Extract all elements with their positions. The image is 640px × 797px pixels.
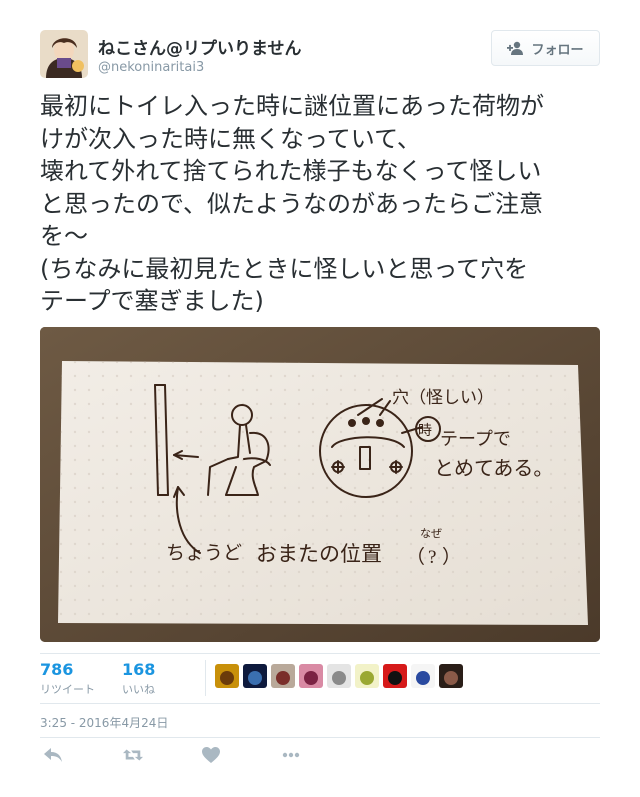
- paren-open: （: [406, 546, 425, 568]
- tweet-photo[interactable]: 穴（怪しい） 時 テープで とめてある。 ちょうど おまたの位置 （ ? ） な…: [40, 327, 600, 642]
- tape-line-2: とめてある。: [434, 458, 553, 480]
- retweet-label: リツイート: [40, 683, 95, 696]
- photo-illustration: 穴（怪しい） 時 テープで とめてある。 ちょうど おまたの位置 （ ? ） な…: [40, 327, 600, 642]
- follow-button[interactable]: フォロー: [491, 30, 600, 66]
- like-button[interactable]: [198, 744, 224, 766]
- bottom-right-note: おまたの位置: [256, 542, 382, 566]
- liker-avatar[interactable]: [215, 664, 239, 688]
- more-button[interactable]: [278, 744, 304, 766]
- user-handle[interactable]: @nekoninaritai3: [98, 60, 204, 75]
- paren-close: ）: [442, 546, 461, 568]
- liker-avatar[interactable]: [327, 664, 351, 688]
- liker-avatar[interactable]: [299, 664, 323, 688]
- like-stat[interactable]: 168 いいね: [122, 660, 155, 697]
- reply-icon: [44, 748, 62, 762]
- retweet-button[interactable]: [120, 744, 146, 766]
- avatar-icon: [40, 30, 88, 78]
- bottom-left-note: ちょうど: [166, 542, 242, 564]
- display-name[interactable]: ねこさん@リプいりません: [98, 34, 302, 59]
- timestamp[interactable]: 3:25 - 2016年4月24日: [40, 714, 168, 731]
- like-count: 168: [122, 660, 156, 679]
- retweet-stat[interactable]: 786 リツイート: [40, 660, 95, 697]
- liker-avatar[interactable]: [271, 664, 295, 688]
- hole-label: 穴（怪しい）: [392, 388, 494, 407]
- paren-question: ?: [428, 547, 436, 568]
- liker-avatar[interactable]: [383, 664, 407, 688]
- liker-avatars: [215, 664, 463, 688]
- more-icon: [282, 752, 300, 758]
- liker-avatar[interactable]: [355, 664, 379, 688]
- ruby-note: なぜ: [420, 527, 442, 540]
- like-label: いいね: [122, 683, 155, 696]
- reply-button[interactable]: [40, 744, 66, 766]
- tweet-text: 最初にトイレ入った時に謎位置にあった荷物が けが次入った時に無くなっていて、 壊…: [40, 92, 544, 315]
- stats-divider-top: [40, 653, 600, 654]
- like-icon: [202, 747, 220, 763]
- liker-avatar[interactable]: [411, 664, 435, 688]
- stats-divider-bottom: [40, 703, 600, 704]
- retweet-icon: [123, 749, 143, 761]
- liker-avatar[interactable]: [439, 664, 463, 688]
- add-user-icon: [507, 41, 524, 55]
- hole-mark: 時: [418, 423, 432, 439]
- avatar[interactable]: [40, 30, 88, 78]
- stats-separator: [205, 660, 206, 696]
- actions-divider: [40, 737, 600, 738]
- tweet-actions: [40, 744, 600, 768]
- retweet-count: 786: [40, 660, 74, 679]
- tape-line-1: テープで: [440, 429, 511, 449]
- follow-button-label: フォロー: [531, 42, 584, 58]
- liker-avatar[interactable]: [243, 664, 267, 688]
